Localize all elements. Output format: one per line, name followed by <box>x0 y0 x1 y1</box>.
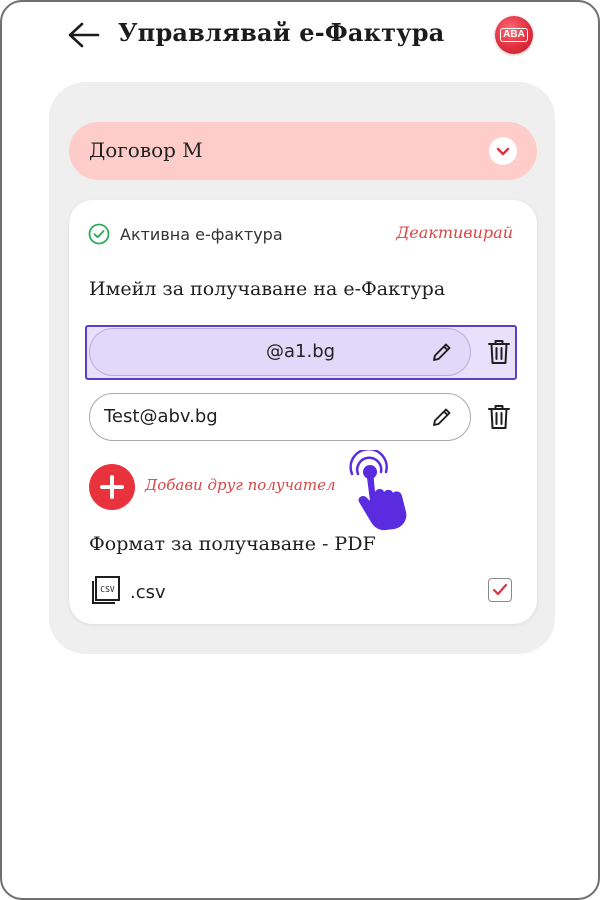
csv-icon-text: CSV <box>100 585 115 594</box>
email-field-2[interactable]: Test@abv.bg <box>89 393 471 441</box>
email-section-title: Имейл за получаване на е-Фактура <box>89 278 446 300</box>
back-button[interactable] <box>64 16 104 56</box>
email-value-1: @a1.bg <box>266 341 336 362</box>
trash-icon[interactable] <box>487 403 511 431</box>
format-section-title: Формат за получаване - PDF <box>89 533 376 555</box>
header: Управлявай е-Фактура ABA <box>2 2 598 72</box>
pencil-icon[interactable] <box>430 340 454 364</box>
status-text: Активна е-фактура <box>120 224 283 244</box>
status-row: Активна е-фактура <box>88 221 283 247</box>
email-field-1[interactable]: @a1.bg <box>89 328 471 376</box>
checkmark-icon <box>492 583 508 596</box>
add-recipient-link[interactable]: Добави друг получател <box>145 476 336 494</box>
tap-hand-cursor-icon <box>349 450 407 531</box>
app-frame: Управлявай е-Фактура ABA Договор М Актив… <box>0 0 600 900</box>
email-value-2: Test@abv.bg <box>104 406 218 427</box>
contract-dropdown[interactable]: Договор М <box>69 122 537 180</box>
page-title: Управлявай е-Фактура <box>118 18 445 47</box>
format-checkbox[interactable] <box>488 578 512 602</box>
brand-logo: ABA <box>495 16 533 54</box>
arrow-left-icon <box>68 22 100 48</box>
format-option-label: .csv <box>130 582 166 603</box>
chevron-down-icon <box>489 137 517 165</box>
csv-file-icon: CSV <box>92 576 120 604</box>
trash-icon[interactable] <box>487 338 511 366</box>
brand-logo-text: ABA <box>500 28 528 42</box>
check-circle-icon <box>88 223 110 245</box>
deactivate-link[interactable]: Деактивирай <box>396 223 513 242</box>
contract-dropdown-label: Договор М <box>89 138 203 162</box>
pencil-icon[interactable] <box>430 405 454 429</box>
add-recipient-button[interactable] <box>89 464 135 510</box>
